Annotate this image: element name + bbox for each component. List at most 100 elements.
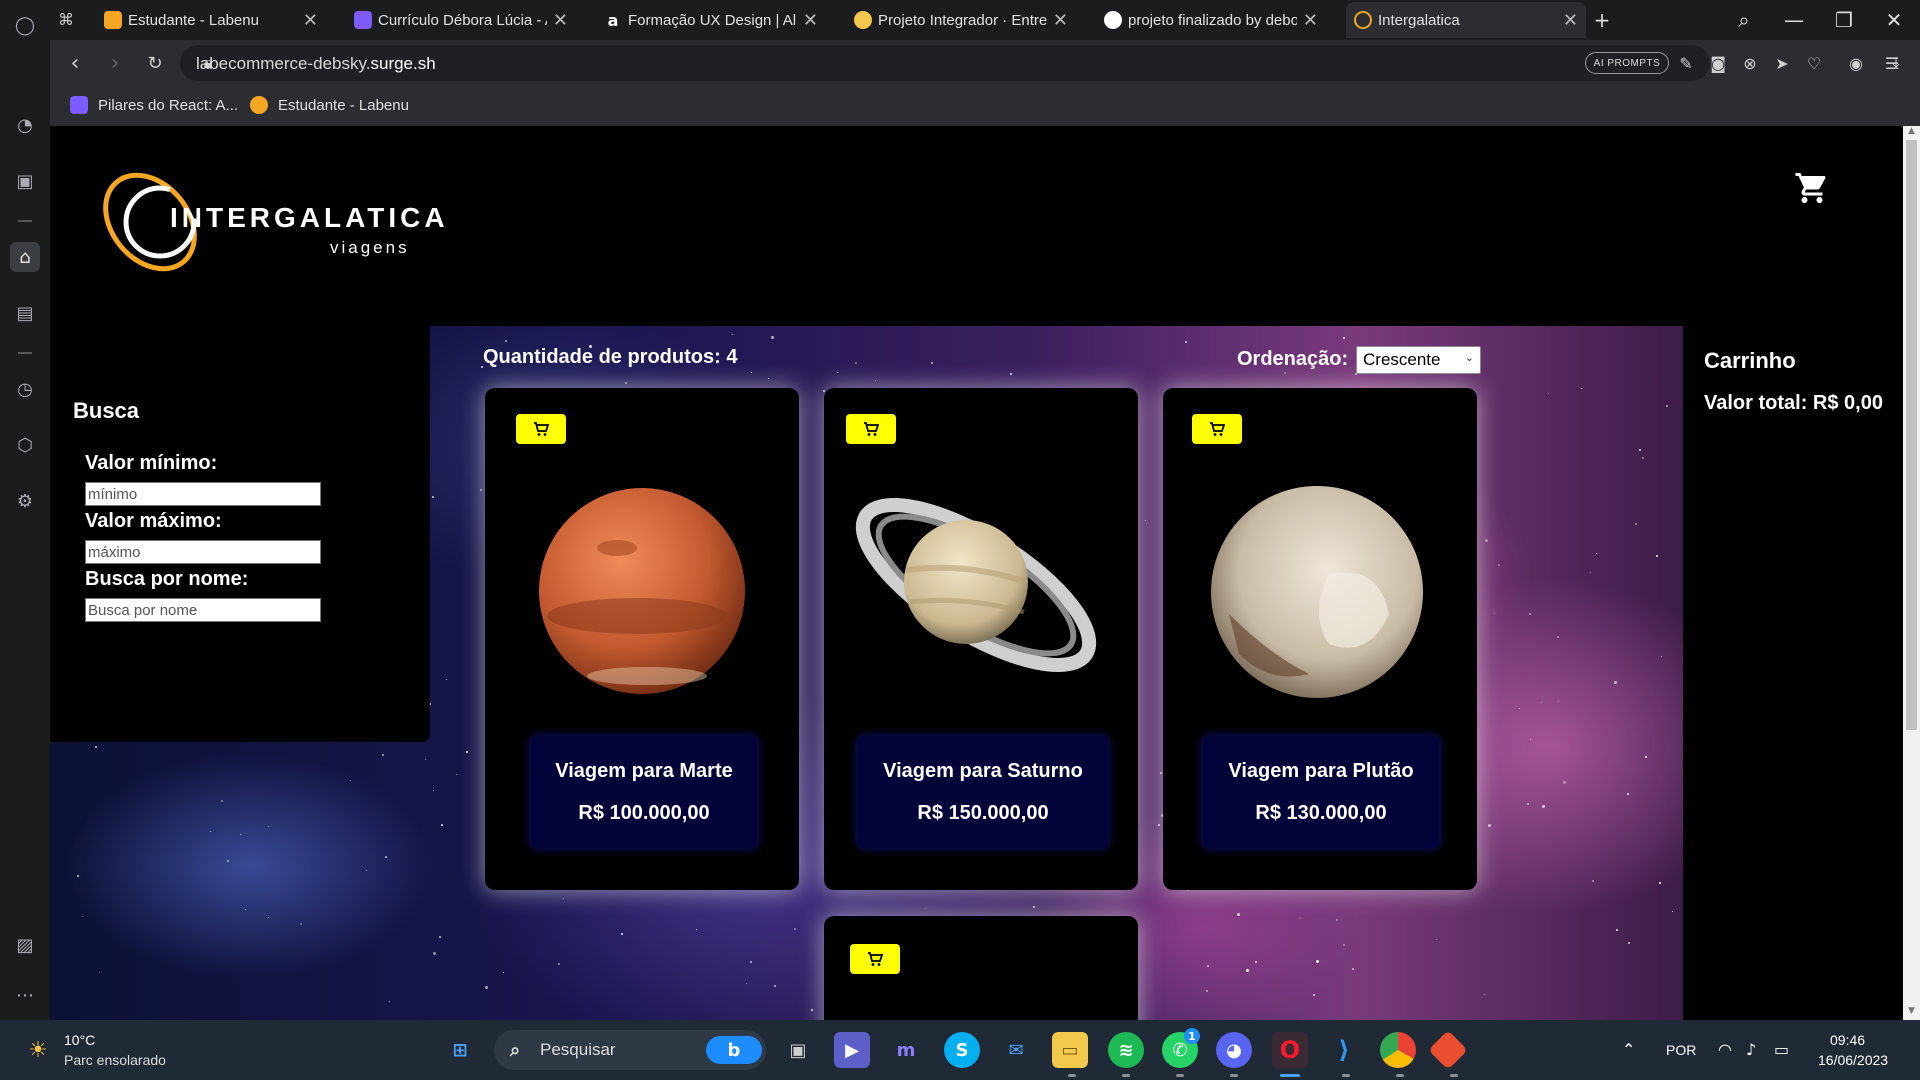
screenshot-icon[interactable]: ▨ [10,930,40,960]
cart-icon[interactable] [1794,170,1830,206]
discord-icon[interactable]: ◕ [1216,1032,1252,1068]
mars-planet-image [539,488,745,694]
web-page: INTERGALATICA viagens Busca Valor mínimo… [50,126,1903,1020]
vscode-icon[interactable]: ⟩ [1326,1032,1362,1068]
volume-icon[interactable]: ♪ [1746,1040,1756,1059]
clock-date[interactable]: 16/06/2023 [1818,1052,1888,1068]
speed-dial-icon[interactable]: ◔ [10,110,40,140]
add-cart-icon [534,422,550,436]
heart-icon[interactable]: ♡ [1802,51,1826,75]
bookmark-labenu[interactable]: Estudante - Labenu [250,96,409,114]
scroll-down-icon[interactable]: ▼ [1903,1006,1920,1020]
window-close-icon[interactable]: ✕ [1876,4,1912,36]
bing-icon[interactable]: b [706,1036,762,1064]
scroll-thumb[interactable] [1906,140,1917,730]
ai-prompts-button[interactable]: AI PROMPTS [1585,52,1669,74]
mu-app-icon[interactable]: m [888,1032,924,1068]
close-icon[interactable]: ✕ [553,10,568,31]
star-decoration [1484,538,1488,542]
camera-icon[interactable]: ◙ [1706,51,1730,75]
skype-icon[interactable]: S [944,1032,980,1068]
more-icon[interactable]: ⋯ [10,980,40,1010]
site-logo[interactable]: INTERGALATICA viagens [88,164,445,284]
send-icon[interactable]: ➤ [1770,51,1794,75]
close-icon[interactable]: ✕ [303,10,318,31]
minimize-icon[interactable]: — [1776,4,1812,36]
file-explorer-icon[interactable]: ▭ [1052,1032,1088,1068]
easy-setup-icon[interactable]: ☰ [1880,51,1904,75]
tab-islands-icon[interactable]: ⌘ [50,2,90,38]
add-to-cart-button[interactable] [846,414,896,444]
url-text[interactable]: labecommerce-debsky.surge.sh [196,54,436,74]
star-decoration [1205,989,1208,992]
forward-icon[interactable]: › [100,48,130,78]
chevron-down-icon: ⌄ [1464,351,1474,364]
weather-temperature[interactable]: 10°C [64,1032,95,1048]
add-to-cart-button[interactable] [1192,414,1242,444]
git-icon[interactable] [1428,1030,1468,1070]
filter-title: Busca [73,398,140,423]
star-decoration [82,915,84,917]
running-indicator [1396,1074,1404,1077]
tab-projeto-integrador[interactable]: Projeto Integrador · Entreg ✕ [846,2,1076,38]
opera-logo-icon[interactable]: ◯ [10,10,40,40]
spotify-icon[interactable]: ≋ [1108,1032,1144,1068]
ai-icon[interactable]: ▣ [10,166,40,196]
star-decoration [1665,405,1668,408]
adblock-icon[interactable]: ⊗ [1738,51,1762,75]
tab-title: Estudante - Labenu [128,11,259,29]
cart-total: Valor total: R$ 0,00 [1704,392,1883,414]
new-tab-icon[interactable]: + [1584,4,1620,36]
star-decoration [1656,555,1659,558]
weather-icon[interactable]: ☀ [20,1032,56,1068]
tab-intergalatica[interactable]: Intergalatica ✕ [1346,2,1586,38]
restore-icon[interactable]: ❐ [1826,4,1862,36]
home-icon[interactable]: ⌂ [10,242,40,272]
max-value-input[interactable] [85,540,321,564]
pluto-planet-image [1211,486,1423,698]
min-value-input[interactable] [85,482,321,506]
workspaces-icon[interactable]: ▤ [10,298,40,328]
add-to-cart-button[interactable] [850,944,900,974]
task-view-icon[interactable]: ▣ [780,1032,816,1068]
scroll-up-icon[interactable]: ▲ [1903,126,1920,140]
teams-icon[interactable]: ▶ [834,1032,870,1068]
chrome-icon[interactable] [1380,1032,1416,1068]
snapshot-icon[interactable]: ✎ [1674,51,1698,75]
star-decoration [1642,456,1645,459]
chevron-up-icon[interactable]: ⌃ [1622,1040,1635,1059]
add-to-cart-button[interactable] [516,414,566,444]
product-price: R$ 100.000,00 [578,802,710,824]
bookmark-react[interactable]: Pilares do React: A... [70,96,238,114]
history-icon[interactable]: ◷ [10,374,40,404]
close-icon[interactable]: ✕ [1563,10,1578,31]
extensions-icon[interactable]: ⬡ [10,430,40,460]
star-decoration [562,897,564,899]
star-decoration [793,927,796,930]
close-icon[interactable]: ✕ [1053,10,1068,31]
star-decoration [220,800,223,803]
tab-alura[interactable]: a Formação UX Design | Alun ✕ [596,2,826,38]
clock-time[interactable]: 09:46 [1830,1032,1865,1048]
wifi-icon[interactable]: ◠ [1718,1040,1732,1059]
tab-labenu[interactable]: Estudante - Labenu ✕ [96,2,326,38]
page-scrollbar[interactable]: ▲ ▼ [1903,126,1920,1020]
windows-start-icon[interactable]: ⊞ [442,1032,478,1068]
language-indicator[interactable]: POR [1666,1042,1696,1058]
mail-icon[interactable]: ✉ [998,1032,1034,1068]
tab-curriculo[interactable]: Currículo Débora Lúcia - Ad ✕ [346,2,576,38]
reload-icon[interactable]: ↻ [140,48,170,78]
profile-icon[interactable]: ◉ [1844,51,1868,75]
settings-icon[interactable]: ⚙ [10,486,40,516]
close-icon[interactable]: ✕ [1303,10,1318,31]
name-search-input[interactable] [85,598,321,622]
back-icon[interactable]: ‹ [60,48,90,78]
sidebar-divider [18,352,32,354]
close-icon[interactable]: ✕ [803,10,818,31]
search-tabs-icon[interactable]: ⌕ [1726,4,1762,36]
weather-description[interactable]: Parc ensolarado [64,1052,166,1068]
sort-select[interactable]: Crescente ⌄ [1356,346,1481,374]
opera-icon[interactable]: O [1272,1032,1308,1068]
battery-icon[interactable]: ▭ [1774,1040,1789,1059]
tab-github[interactable]: projeto finalizado by debor ✕ [1096,2,1326,38]
